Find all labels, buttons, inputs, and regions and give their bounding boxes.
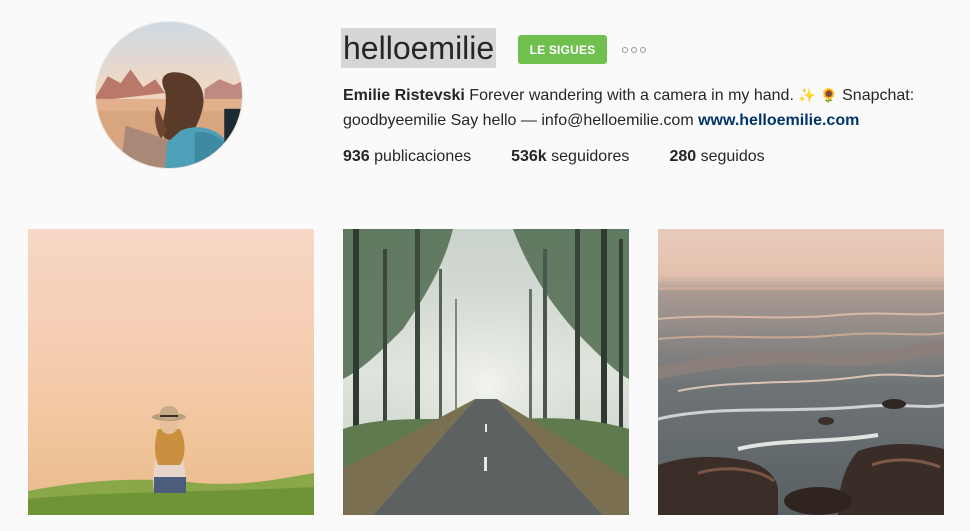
sunflower-icon: 🌻 <box>820 87 838 103</box>
followers-count-label: seguidores <box>551 148 630 165</box>
profile-website-link[interactable]: www.helloemilie.com <box>698 112 859 129</box>
dot <box>622 47 628 53</box>
sparkles-icon: ✨ <box>798 87 816 103</box>
dot <box>640 47 646 53</box>
bio-text: Forever wandering with a camera in my ha… <box>469 87 794 104</box>
following-count-label: seguidos <box>700 148 765 165</box>
post-thumbnail[interactable] <box>658 229 944 515</box>
profile-full-name: Emilie Ristevski <box>343 87 465 104</box>
post-thumbnail[interactable] <box>343 229 629 515</box>
followers-count-value: 536k <box>511 148 547 165</box>
following-count[interactable]: 280 seguidos <box>669 145 764 169</box>
posts-count: 936 publicaciones <box>343 145 471 169</box>
followers-count[interactable]: 536k seguidores <box>511 145 629 169</box>
posts-count-value: 936 <box>343 148 370 165</box>
following-count-value: 280 <box>669 148 697 165</box>
profile-username: helloemilie <box>341 28 497 68</box>
following-button[interactable]: LE SIGUES <box>518 35 607 64</box>
profile-bio: Emilie Ristevski Forever wandering with … <box>343 83 933 133</box>
profile-stats: 936 publicaciones 536k seguidores 280 se… <box>343 145 805 169</box>
profile-avatar <box>95 21 243 169</box>
posts-count-label: publicaciones <box>374 148 472 165</box>
post-thumbnail[interactable] <box>28 229 314 515</box>
more-options-icon[interactable] <box>620 40 648 60</box>
dot <box>631 47 637 53</box>
